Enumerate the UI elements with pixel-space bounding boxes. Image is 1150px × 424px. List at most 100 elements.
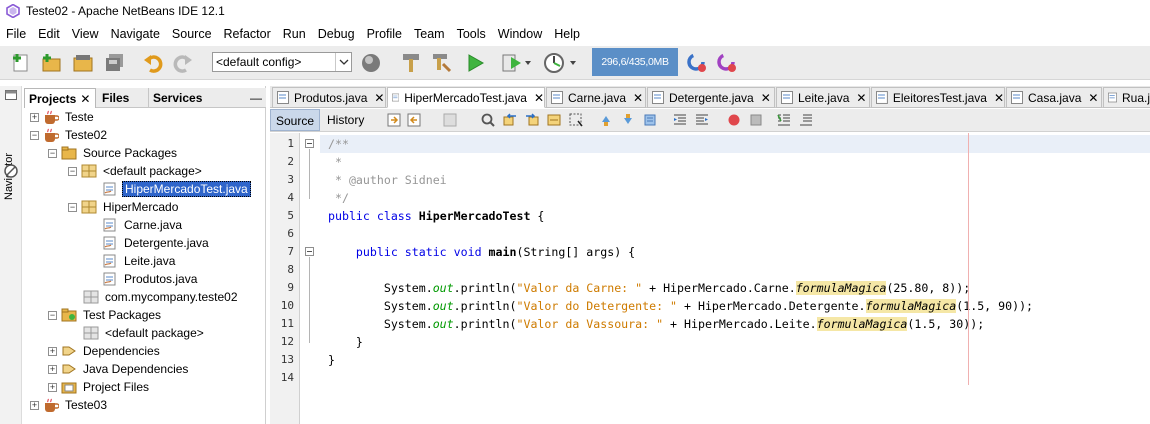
previous-bookmark-icon[interactable] bbox=[598, 112, 614, 128]
uncomment-icon[interactable] bbox=[798, 112, 814, 128]
tree-dependencies[interactable]: + Dependencies bbox=[48, 342, 162, 360]
tab-files[interactable]: Files bbox=[98, 88, 148, 108]
code-token: out bbox=[432, 299, 454, 313]
tree-file-hipermercadotest[interactable]: HiperMercadoTest.java bbox=[102, 180, 251, 198]
config-dropdown[interactable]: <default config> bbox=[212, 52, 352, 72]
tree-project-teste[interactable]: + Teste bbox=[30, 108, 96, 126]
collapse-icon[interactable]: − bbox=[68, 202, 77, 212]
expand-icon[interactable]: + bbox=[30, 112, 39, 122]
rect-select-icon[interactable] bbox=[568, 112, 584, 128]
menu-file[interactable]: File bbox=[0, 27, 32, 41]
tree-file-leite[interactable]: Leite.java bbox=[102, 252, 177, 270]
menu-edit[interactable]: Edit bbox=[32, 27, 66, 41]
tab-detergente[interactable]: Detergente.java ✕ bbox=[647, 87, 775, 108]
menu-navigate[interactable]: Navigate bbox=[105, 27, 166, 41]
toggle-highlight-icon[interactable] bbox=[546, 112, 562, 128]
tab-services[interactable]: Services bbox=[148, 88, 218, 108]
tab-eleitorestest[interactable]: EleitoresTest.java ✕ bbox=[871, 87, 1005, 108]
gc-icon[interactable] bbox=[684, 51, 710, 75]
tab-projects[interactable]: Projects ✕ bbox=[24, 88, 96, 108]
minimize-icon[interactable]: — bbox=[246, 88, 264, 108]
tree-source-packages[interactable]: − Source Packages bbox=[48, 144, 179, 162]
expand-icon[interactable]: + bbox=[30, 400, 39, 410]
close-icon[interactable]: ✕ bbox=[633, 91, 643, 105]
tab-carne[interactable]: Carne.java ✕ bbox=[546, 87, 646, 108]
find-previous-icon[interactable] bbox=[502, 112, 518, 128]
record-macro-icon[interactable] bbox=[726, 112, 742, 128]
close-icon[interactable]: ✕ bbox=[994, 91, 1004, 105]
close-icon[interactable]: ✕ bbox=[80, 92, 90, 106]
save-all-icon[interactable] bbox=[102, 51, 128, 75]
shift-left-icon[interactable] bbox=[672, 112, 688, 128]
tree-project-teste03[interactable]: + Teste03 bbox=[30, 396, 109, 414]
menu-team[interactable]: Team bbox=[408, 27, 451, 41]
comment-icon[interactable] bbox=[776, 112, 792, 128]
close-icon[interactable]: ✕ bbox=[1088, 91, 1098, 105]
tree-test-default-package[interactable]: <default package> bbox=[83, 324, 206, 342]
open-project-icon[interactable] bbox=[70, 51, 96, 75]
close-icon[interactable]: ✕ bbox=[761, 91, 771, 105]
tab-rua[interactable]: Rua.j bbox=[1103, 87, 1150, 108]
profile-gc-icon[interactable] bbox=[714, 51, 740, 75]
globe-icon[interactable] bbox=[358, 51, 384, 75]
menu-view[interactable]: View bbox=[66, 27, 105, 41]
tree-java-dependencies[interactable]: + Java Dependencies bbox=[48, 360, 190, 378]
tab-hipermercadotest[interactable]: HiperMercadoTest.java ✕ bbox=[387, 87, 545, 108]
history-button[interactable]: History bbox=[322, 109, 369, 131]
collapse-icon[interactable]: − bbox=[68, 166, 77, 176]
tree-package-hipermercado[interactable]: − HiperMercado bbox=[68, 198, 180, 216]
clean-build-icon[interactable] bbox=[428, 51, 454, 75]
tree-file-produtos[interactable]: Produtos.java bbox=[102, 270, 199, 288]
close-icon[interactable]: ✕ bbox=[534, 91, 544, 105]
redo-icon[interactable] bbox=[170, 51, 196, 75]
chevron-down-icon[interactable] bbox=[335, 53, 351, 71]
menu-source[interactable]: Source bbox=[166, 27, 218, 41]
menu-run[interactable]: Run bbox=[277, 27, 312, 41]
collapse-icon[interactable]: − bbox=[48, 310, 57, 320]
close-icon[interactable]: ✕ bbox=[374, 91, 384, 105]
toggle-bookmark-icon[interactable] bbox=[642, 112, 658, 128]
collapse-icon[interactable]: − bbox=[48, 148, 57, 158]
find-icon[interactable] bbox=[480, 112, 496, 128]
back-icon[interactable] bbox=[406, 112, 422, 128]
memory-indicator[interactable]: 296,6/435,0MB bbox=[592, 48, 678, 76]
new-project-icon[interactable] bbox=[38, 51, 64, 75]
next-bookmark-icon[interactable] bbox=[620, 112, 636, 128]
code-editor[interactable]: /** * * @author Sidnei */ public class H… bbox=[320, 133, 1150, 424]
tree-package-com-mycompany[interactable]: com.mycompany.teste02 bbox=[83, 288, 240, 306]
window-icon[interactable] bbox=[5, 90, 17, 100]
menu-help[interactable]: Help bbox=[548, 27, 586, 41]
tree-default-package[interactable]: − <default package> bbox=[68, 162, 204, 180]
build-icon[interactable] bbox=[398, 51, 424, 75]
tab-casa[interactable]: Casa.java ✕ bbox=[1006, 87, 1102, 108]
shift-right-icon[interactable] bbox=[694, 112, 710, 128]
debug-icon[interactable] bbox=[498, 51, 534, 75]
close-icon[interactable]: ✕ bbox=[856, 91, 866, 105]
tree-file-carne[interactable]: Carne.java bbox=[102, 216, 184, 234]
collapse-icon[interactable]: − bbox=[30, 130, 39, 140]
menu-refactor[interactable]: Refactor bbox=[218, 27, 277, 41]
new-file-icon[interactable] bbox=[8, 51, 34, 75]
source-button[interactable]: Source bbox=[270, 109, 321, 131]
menu-window[interactable]: Window bbox=[492, 27, 548, 41]
fold-toggle-icon[interactable] bbox=[305, 247, 314, 256]
fold-toggle-icon[interactable] bbox=[305, 139, 314, 148]
menu-tools[interactable]: Tools bbox=[451, 27, 492, 41]
tree-project-files[interactable]: + Project Files bbox=[48, 378, 151, 396]
find-next-icon[interactable] bbox=[524, 112, 540, 128]
tab-leite[interactable]: Leite.java ✕ bbox=[776, 87, 870, 108]
run-icon[interactable] bbox=[462, 51, 488, 75]
tree-project-teste02[interactable]: − Teste02 bbox=[30, 126, 109, 144]
menu-profile[interactable]: Profile bbox=[361, 27, 408, 41]
expand-icon[interactable]: + bbox=[48, 346, 57, 356]
expand-icon[interactable]: + bbox=[48, 364, 57, 374]
stop-macro-icon[interactable] bbox=[748, 112, 764, 128]
tab-produtos[interactable]: Produtos.java ✕ bbox=[272, 87, 386, 108]
profile-icon[interactable] bbox=[540, 51, 580, 75]
last-edit-icon[interactable] bbox=[386, 112, 402, 128]
menu-debug[interactable]: Debug bbox=[312, 27, 361, 41]
expand-icon[interactable]: + bbox=[48, 382, 57, 392]
tree-test-packages[interactable]: − Test Packages bbox=[48, 306, 163, 324]
tree-file-detergente[interactable]: Detergente.java bbox=[102, 234, 211, 252]
undo-icon[interactable] bbox=[140, 51, 166, 75]
